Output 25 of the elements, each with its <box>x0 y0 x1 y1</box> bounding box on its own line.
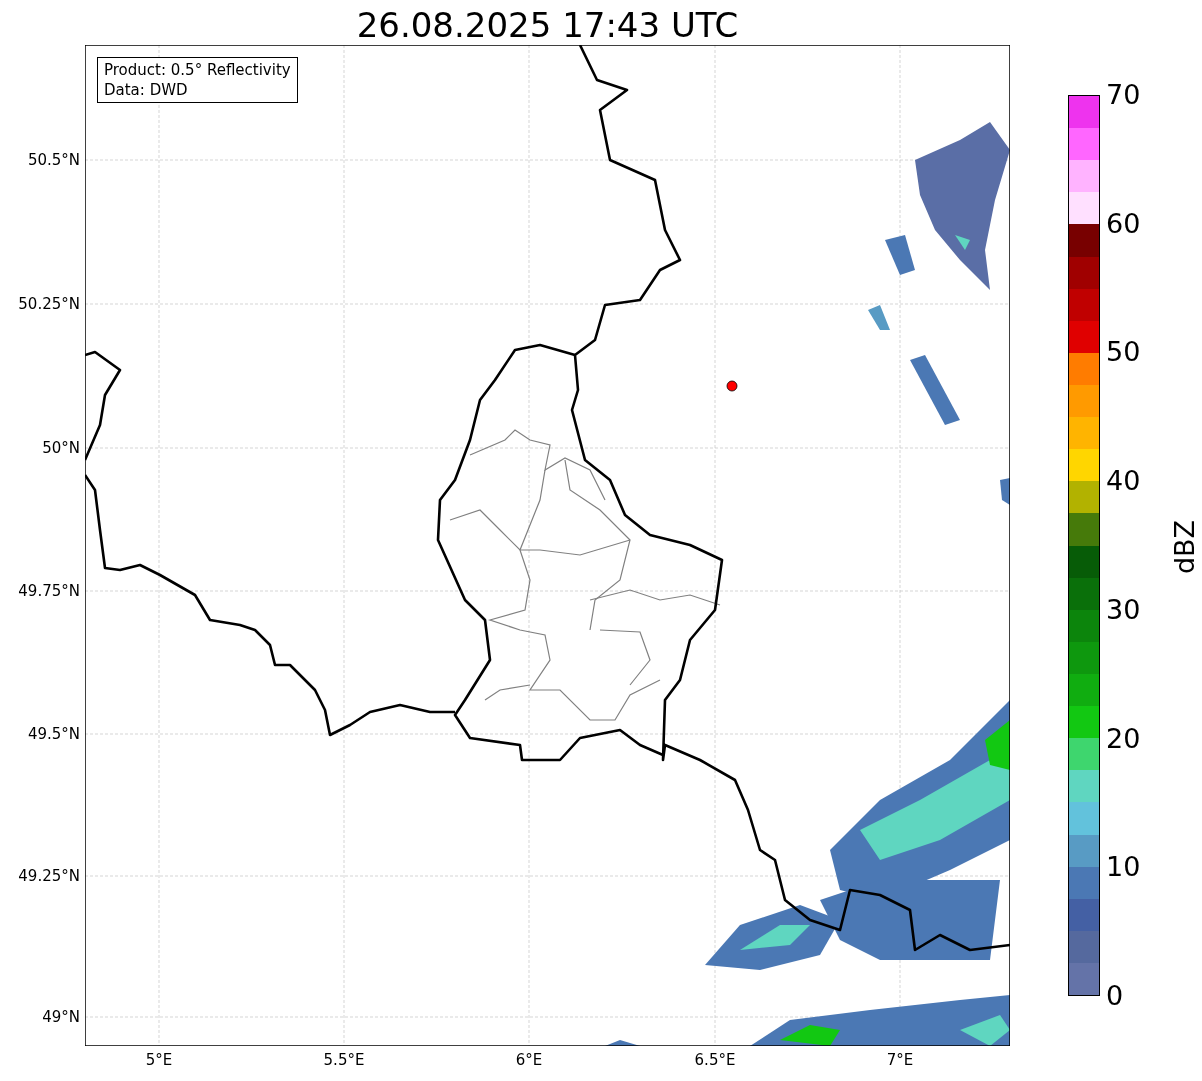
latitude-label: 49.25°N <box>18 867 80 885</box>
info-text: Product: 0.5° Reflectivity <box>104 60 291 80</box>
longitude-label: 6°E <box>514 1051 544 1069</box>
colorbar-tick-label: 60 <box>1106 208 1141 239</box>
colorbar-tick-label: 0 <box>1106 981 1124 1011</box>
info-text: Data: DWD <box>104 80 189 100</box>
latitude-label: 50°N <box>42 439 80 457</box>
location-marker-icon <box>726 380 738 392</box>
longitude-label: 7°E <box>885 1051 915 1069</box>
colorbar-tick-label: 40 <box>1106 466 1141 497</box>
longitude-label: 6.5°E <box>693 1051 737 1069</box>
colorbar-tick-label: 70 <box>1106 80 1141 110</box>
chart-title: 26.08.2025 17:43 UTC <box>355 4 740 47</box>
colorbar-tick-label: 20 <box>1106 723 1141 754</box>
colorbar-tick-label: 50 <box>1106 337 1141 368</box>
latitude-label: 50.5°N <box>27 151 80 169</box>
longitude-label: 5.5°E <box>322 1051 366 1069</box>
colorbar-label: dBZ <box>1170 519 1201 575</box>
latitude-label: 49.75°N <box>18 582 80 600</box>
latitude-label: 49.5°N <box>27 725 80 743</box>
colorbar-tick-label: 30 <box>1106 594 1141 625</box>
colorbar-tick-label: 10 <box>1106 852 1141 883</box>
latitude-label: 49°N <box>42 1008 80 1026</box>
latitude-label: 50.25°N <box>18 295 80 313</box>
longitude-label: 5°E <box>144 1051 174 1069</box>
